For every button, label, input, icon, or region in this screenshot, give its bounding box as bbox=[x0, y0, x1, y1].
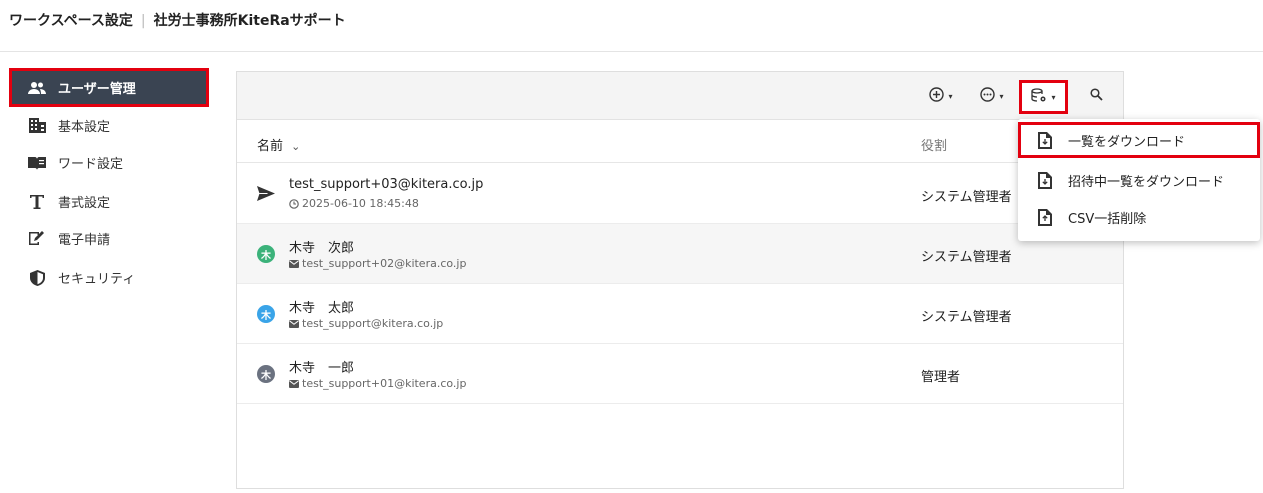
file-download-icon bbox=[1038, 171, 1054, 189]
add-menu-button[interactable]: ▾ bbox=[923, 84, 959, 108]
row-role: システム管理者 bbox=[921, 190, 1012, 205]
mail-icon bbox=[289, 259, 299, 268]
column-header-role: 役割 bbox=[921, 139, 948, 154]
sidebar-item-word-settings[interactable]: ワード設定 bbox=[12, 146, 206, 179]
row-email: test_support+01@kitera.co.jp bbox=[302, 377, 467, 390]
menu-item-download-list[interactable]: 一覧をダウンロード bbox=[1018, 122, 1260, 158]
row-email: test_support@kitera.co.jp bbox=[302, 317, 444, 330]
table-row[interactable]: 木 木寺 次郎 test_support+02@kitera.co.jp システ… bbox=[237, 224, 1123, 284]
users-icon bbox=[28, 79, 46, 97]
row-subtext: test_support@kitera.co.jp bbox=[289, 317, 443, 330]
send-icon bbox=[257, 186, 275, 205]
title-separator: | bbox=[140, 13, 146, 29]
menu-item-label: CSV一括削除 bbox=[1068, 211, 1147, 227]
row-email: test_support+02@kitera.co.jp bbox=[302, 257, 467, 270]
row-role: システム管理者 bbox=[921, 310, 1012, 325]
more-menu-button[interactable]: ▾ bbox=[974, 84, 1010, 108]
row-name: test_support+03@kitera.co.jp bbox=[289, 177, 484, 192]
menu-item-csv-bulk-delete[interactable]: CSV一括削除 bbox=[1018, 199, 1260, 235]
org-name: 社労士事務所KiteRaサポート bbox=[153, 13, 346, 29]
avatar: 木 bbox=[257, 365, 275, 383]
chevron-down-icon: ▾ bbox=[1051, 92, 1056, 102]
sort-chevron-icon: ⌄ bbox=[291, 140, 301, 153]
row-subtext: 2025-06-10 18:45:48 bbox=[289, 197, 419, 210]
sidebar-item-user-management[interactable]: ユーザー管理 bbox=[9, 68, 209, 107]
file-download-icon bbox=[1038, 131, 1054, 149]
menu-item-label: 一覧をダウンロード bbox=[1068, 134, 1186, 150]
menu-item-download-invite-list[interactable]: 招待中一覧をダウンロード bbox=[1018, 162, 1260, 198]
page-header: ワークスペース設定 | 社労士事務所KiteRaサポート bbox=[0, 0, 1263, 52]
book-icon bbox=[28, 154, 46, 172]
row-role: システム管理者 bbox=[921, 250, 1012, 265]
sidebar-item-format-settings[interactable]: 書式設定 bbox=[12, 185, 206, 218]
edit-document-icon bbox=[28, 230, 46, 248]
sidebar-item-security[interactable]: セキュリティ bbox=[12, 261, 206, 294]
text-format-icon bbox=[28, 193, 46, 211]
row-role: 管理者 bbox=[921, 370, 961, 385]
more-circle-icon bbox=[980, 87, 996, 105]
export-dropdown-menu: 一覧をダウンロード 招待中一覧をダウンロード CSV一括削除 bbox=[1018, 119, 1260, 241]
mail-icon bbox=[289, 379, 299, 388]
page-title: ワークスペース設定 | 社労士事務所KiteRaサポート bbox=[9, 10, 346, 30]
sidebar-item-label: ユーザー管理 bbox=[58, 82, 136, 97]
sidebar-item-label: ワード設定 bbox=[58, 157, 124, 172]
sidebar-item-e-application[interactable]: 電子申請 bbox=[12, 222, 206, 255]
row-subtext: test_support+01@kitera.co.jp bbox=[289, 377, 466, 390]
add-circle-icon bbox=[929, 87, 945, 105]
column-header-name[interactable]: 名前 ⌄ bbox=[257, 135, 300, 154]
chevron-down-icon: ▾ bbox=[999, 91, 1004, 101]
toolbar: ▾ ▾ ▾ bbox=[237, 72, 1123, 120]
avatar: 木 bbox=[257, 305, 275, 323]
sidebar-item-label: 書式設定 bbox=[58, 196, 111, 211]
workspace-settings-label: ワークスペース設定 bbox=[9, 13, 133, 29]
clock-icon bbox=[289, 198, 299, 209]
table-header: 名前 ⌄ 役割 bbox=[237, 121, 1123, 163]
row-name: 木寺 次郎 bbox=[289, 241, 355, 256]
sidebar-item-basic-settings[interactable]: 基本設定 bbox=[12, 109, 206, 142]
sidebar-item-label: セキュリティ bbox=[58, 272, 136, 287]
table-row[interactable]: test_support+03@kitera.co.jp 2025-06-10 … bbox=[237, 164, 1123, 224]
mail-icon bbox=[289, 319, 299, 328]
row-subtext: test_support+02@kitera.co.jp bbox=[289, 257, 466, 270]
file-upload-icon bbox=[1038, 208, 1054, 226]
row-name: 木寺 太郎 bbox=[289, 301, 355, 316]
row-name: 木寺 一郎 bbox=[289, 361, 355, 376]
sidebar: ユーザー管理 基本設定 ワード設定 書式設定 電子申請 セキュリティ bbox=[0, 52, 230, 493]
export-menu-button[interactable]: ▾ bbox=[1019, 80, 1068, 114]
chevron-down-icon: ▾ bbox=[948, 91, 953, 101]
user-list-panel: ▾ ▾ ▾ 名前 ⌄ 役割 test_support+03@kitera.co.… bbox=[236, 71, 1124, 489]
sidebar-item-label: 電子申請 bbox=[58, 233, 111, 248]
menu-item-label: 招待中一覧をダウンロード bbox=[1068, 174, 1225, 190]
search-icon bbox=[1089, 88, 1103, 104]
sidebar-item-label: 基本設定 bbox=[58, 120, 111, 135]
shield-icon bbox=[28, 269, 46, 287]
search-button[interactable] bbox=[1083, 84, 1109, 108]
avatar: 木 bbox=[257, 245, 275, 263]
table-row[interactable]: 木 木寺 太郎 test_support@kitera.co.jp システム管理… bbox=[237, 284, 1123, 344]
invite-timestamp: 2025-06-10 18:45:48 bbox=[302, 197, 419, 210]
table-row[interactable]: 木 木寺 一郎 test_support+01@kitera.co.jp 管理者 bbox=[237, 344, 1123, 404]
database-settings-icon bbox=[1031, 88, 1047, 106]
building-icon bbox=[28, 117, 46, 135]
